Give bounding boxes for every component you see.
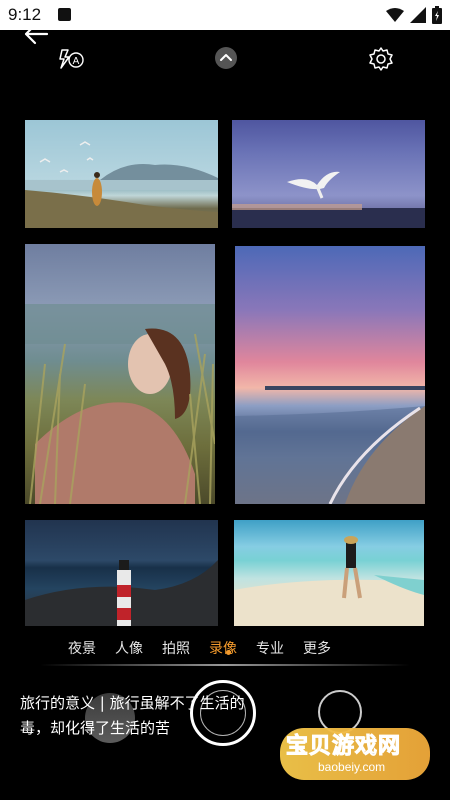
mode-pro[interactable]: 专业: [256, 638, 284, 658]
mode-divider: [40, 664, 410, 666]
active-mode-indicator: [226, 650, 231, 655]
svg-text:A: A: [73, 56, 80, 67]
wifi-icon: [386, 8, 404, 22]
photo-woman-tropical-beach[interactable]: [234, 520, 424, 626]
mode-selector: 夜景 人像 拍照 录像 专业 更多: [0, 632, 450, 662]
flash-auto-button[interactable]: A: [58, 47, 86, 71]
watermark-logo: 宝贝游戏网 baobeiy.com: [280, 728, 430, 780]
mode-night[interactable]: 夜景: [68, 638, 96, 658]
arrow-left-icon: [24, 23, 49, 45]
mode-portrait[interactable]: 人像: [115, 638, 143, 658]
watermark-text: 宝贝游戏网: [285, 734, 402, 760]
photo-seagull-coast[interactable]: [232, 120, 425, 228]
back-button[interactable]: [22, 20, 50, 48]
battery-icon: [432, 6, 442, 24]
status-bar: 9:12: [0, 0, 450, 30]
mode-photo[interactable]: 拍照: [162, 638, 190, 658]
photo-woman-grass[interactable]: [25, 244, 215, 504]
photo-woman-beach-seagulls[interactable]: [25, 120, 218, 228]
watermark-url: baobeiy.com: [318, 760, 386, 774]
photo-sunset-beach[interactable]: [235, 246, 425, 504]
caption-text: 旅行的意义 | 旅行虽解不了生活的毒，却化得了生活的苦: [20, 694, 245, 737]
settings-button[interactable]: [368, 46, 394, 72]
notification-icon: [58, 8, 71, 21]
chevron-up-icon: [215, 47, 237, 69]
mode-video[interactable]: 录像: [209, 638, 237, 658]
mode-more[interactable]: 更多: [303, 638, 331, 658]
photo-lighthouse[interactable]: [25, 520, 218, 626]
flash-auto-icon: A: [59, 49, 84, 69]
signal-icon: [410, 7, 426, 23]
collapse-button[interactable]: [214, 46, 238, 70]
gear-icon: [369, 47, 393, 71]
status-icons: [386, 6, 442, 24]
